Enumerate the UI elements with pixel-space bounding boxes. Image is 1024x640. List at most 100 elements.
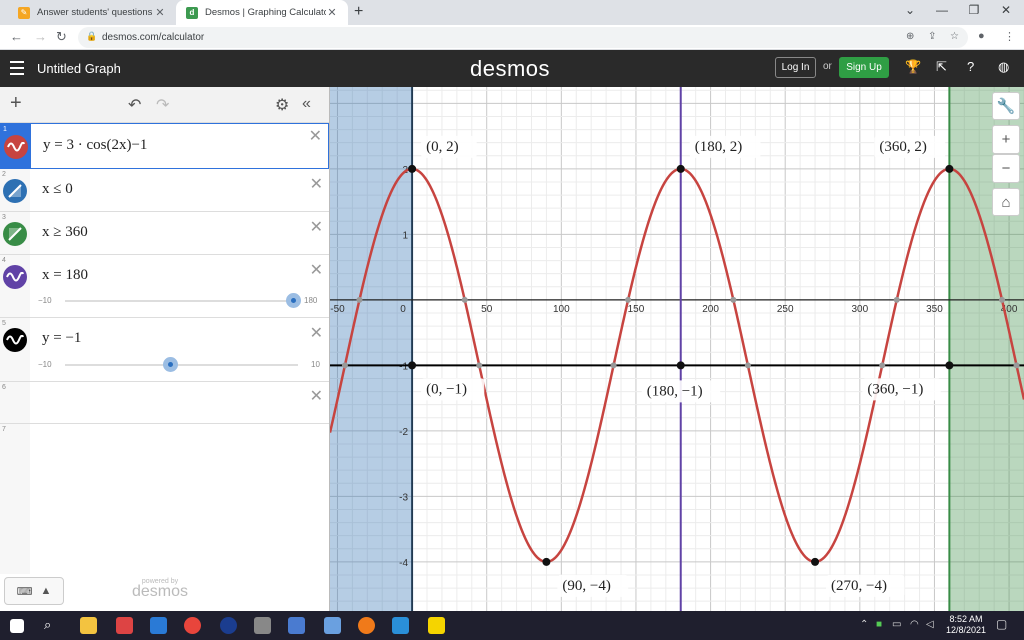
shaded-region-icon[interactable] xyxy=(3,179,27,203)
tray-app-icon[interactable]: ■ xyxy=(876,619,882,630)
graph-canvas[interactable]: -50 0 50 100 150 200 250 300 350 40021-1-2-3-4(0,… xyxy=(330,87,1024,611)
sticky-notes-icon[interactable] xyxy=(428,617,445,634)
url-text[interactable]: desmos.com/calculator xyxy=(102,32,204,43)
slider-min-label[interactable]: −10 xyxy=(38,360,52,369)
expression-latex[interactable]: x ≥ 360 xyxy=(42,224,88,241)
labeled-point xyxy=(408,361,417,370)
lock-icon[interactable]: 🔒 xyxy=(86,31,97,42)
search-app-icon[interactable] xyxy=(358,617,375,634)
app-icon[interactable] xyxy=(392,617,409,634)
tab-search-chevron-icon[interactable]: ⌄ xyxy=(900,3,920,17)
shaded-region-icon[interactable] xyxy=(3,222,27,246)
search-icon[interactable]: ⌕ xyxy=(44,617,61,634)
zoom-icon[interactable]: ⊕ xyxy=(906,31,914,42)
expression-item-4[interactable]: 4 x = 180 ✕ −10 180 xyxy=(0,255,329,318)
slider-thumb[interactable] xyxy=(286,293,301,308)
zoom-in-button[interactable]: + xyxy=(992,125,1020,154)
network-icon[interactable]: ◠ xyxy=(910,619,919,630)
new-tab-button[interactable]: + xyxy=(354,3,363,21)
address-bar[interactable]: 🔒 desmos.com/calculator ⊕ ⇪ ☆ xyxy=(78,27,968,48)
slider-max-label[interactable]: 10 xyxy=(311,360,320,369)
expression-latex[interactable]: x = 180 xyxy=(42,267,88,284)
language-globe-icon[interactable]: ◍ xyxy=(998,59,1009,75)
taskbar-clock[interactable]: 8:52 AM 12/8/2021 xyxy=(946,614,986,636)
expression-latex[interactable]: y = 3 · cos(2x)−1 xyxy=(43,137,147,154)
delete-expression-icon[interactable]: ✕ xyxy=(310,217,323,237)
labeled-point xyxy=(811,557,820,566)
windows-start-icon[interactable] xyxy=(10,619,24,633)
delete-expression-icon[interactable]: ✕ xyxy=(310,386,323,406)
slider-min-label[interactable]: −10 xyxy=(38,296,52,305)
expression-item-2[interactable]: 2 x ≤ 0 ✕ xyxy=(0,169,329,212)
redo-icon[interactable]: ↷ xyxy=(156,95,169,115)
shield-icon[interactable] xyxy=(288,617,305,634)
expression-item-1[interactable]: 1 y = 3 · cos(2x)−1 ✕ xyxy=(0,123,329,169)
delete-expression-icon[interactable]: ✕ xyxy=(310,323,323,343)
trophy-icon[interactable]: 🏆 xyxy=(905,59,921,75)
x-intercept-point xyxy=(625,296,632,303)
app-icon[interactable] xyxy=(324,617,341,634)
login-button[interactable]: Log In xyxy=(775,57,816,78)
share-icon[interactable]: ⇪ xyxy=(928,31,936,42)
expression-latex[interactable]: y = −1 xyxy=(42,330,81,347)
close-window-button[interactable]: ✕ xyxy=(996,3,1016,17)
app-icon[interactable] xyxy=(116,617,133,634)
wave-icon[interactable] xyxy=(3,265,27,289)
app-icon[interactable] xyxy=(220,617,237,634)
intersection-point xyxy=(1013,362,1020,369)
volume-icon[interactable]: ◁ xyxy=(926,619,934,630)
minimize-window-button[interactable]: — xyxy=(932,3,952,17)
expression-item-7[interactable]: 7 xyxy=(0,424,329,574)
file-explorer-icon[interactable] xyxy=(80,617,97,634)
x-intercept-point xyxy=(730,296,737,303)
profile-avatar-icon[interactable]: ● xyxy=(978,30,985,42)
close-tab-icon[interactable]: ✕ xyxy=(154,6,166,19)
undo-icon[interactable]: ↶ xyxy=(128,95,141,115)
battery-icon[interactable]: ▭ xyxy=(892,619,901,630)
share-graph-icon[interactable]: ⇱ xyxy=(936,59,947,75)
hamburger-menu-icon[interactable] xyxy=(10,61,24,79)
settings-gear-icon[interactable]: ⚙ xyxy=(275,95,289,115)
help-icon[interactable]: ? xyxy=(967,59,974,74)
forward-arrow-icon[interactable]: → xyxy=(34,29,47,44)
delete-expression-icon[interactable]: ✕ xyxy=(310,174,323,194)
expression-latex[interactable]: x ≤ 0 xyxy=(42,181,73,198)
notification-icon[interactable]: ▢ xyxy=(996,617,1007,631)
powered-by-desmos[interactable]: powered by desmos xyxy=(132,578,188,601)
close-tab-icon[interactable]: ✕ xyxy=(326,6,338,19)
slider-max-label[interactable]: 180 xyxy=(304,296,317,305)
expression-item-6[interactable]: 6 ✕ xyxy=(0,382,329,424)
wave-icon[interactable] xyxy=(3,328,27,352)
restore-window-button[interactable]: ❐ xyxy=(964,3,984,17)
app-icon[interactable] xyxy=(254,617,271,634)
zoom-out-button[interactable]: − xyxy=(992,154,1020,183)
tray-chevron-icon[interactable]: ⌃ xyxy=(860,619,868,630)
labeled-point xyxy=(676,164,685,173)
home-view-icon[interactable]: ⌂ xyxy=(992,188,1020,216)
mail-icon[interactable] xyxy=(150,617,167,634)
reload-icon[interactable]: ↻ xyxy=(56,29,67,45)
wrench-settings-icon[interactable]: 🔧 xyxy=(992,92,1020,120)
delete-expression-icon[interactable]: ✕ xyxy=(309,126,322,146)
x-tick-label: -50 xyxy=(330,304,345,315)
bookmark-star-icon[interactable]: ☆ xyxy=(950,31,959,42)
signup-button[interactable]: Sign Up xyxy=(839,57,889,78)
wave-icon[interactable] xyxy=(4,135,28,159)
slider-track[interactable] xyxy=(65,364,298,366)
chrome-icon[interactable] xyxy=(184,617,201,634)
collapse-panel-icon[interactable]: « xyxy=(302,95,311,113)
delete-expression-icon[interactable]: ✕ xyxy=(310,260,323,280)
slider-thumb[interactable] xyxy=(163,357,178,372)
tab-answer-questions[interactable]: ✎ Answer students' questions and ✕ xyxy=(8,0,176,25)
expression-item-3[interactable]: 3 x ≥ 360 ✕ xyxy=(0,212,329,255)
point-label: (0, 2) xyxy=(426,139,459,155)
add-expression-button[interactable]: + xyxy=(10,92,22,115)
browser-menu-icon[interactable]: ⋮ xyxy=(1004,30,1015,43)
back-arrow-icon[interactable]: ← xyxy=(10,29,23,44)
slider-track[interactable] xyxy=(65,300,298,302)
tab-desmos[interactable]: d Desmos | Graphing Calculator ✕ xyxy=(176,0,348,25)
expression-item-5[interactable]: 5 y = −1 ✕ −10 10 xyxy=(0,318,329,382)
graph-title[interactable]: Untitled Graph xyxy=(37,61,121,76)
keyboard-toggle-button[interactable]: ⌨ ▲ xyxy=(4,577,64,605)
graph-paper[interactable]: -50 0 50 100 150 200 250 300 350 400 2 1 -1 -2 -3 -4 (0,… xyxy=(330,87,1024,611)
